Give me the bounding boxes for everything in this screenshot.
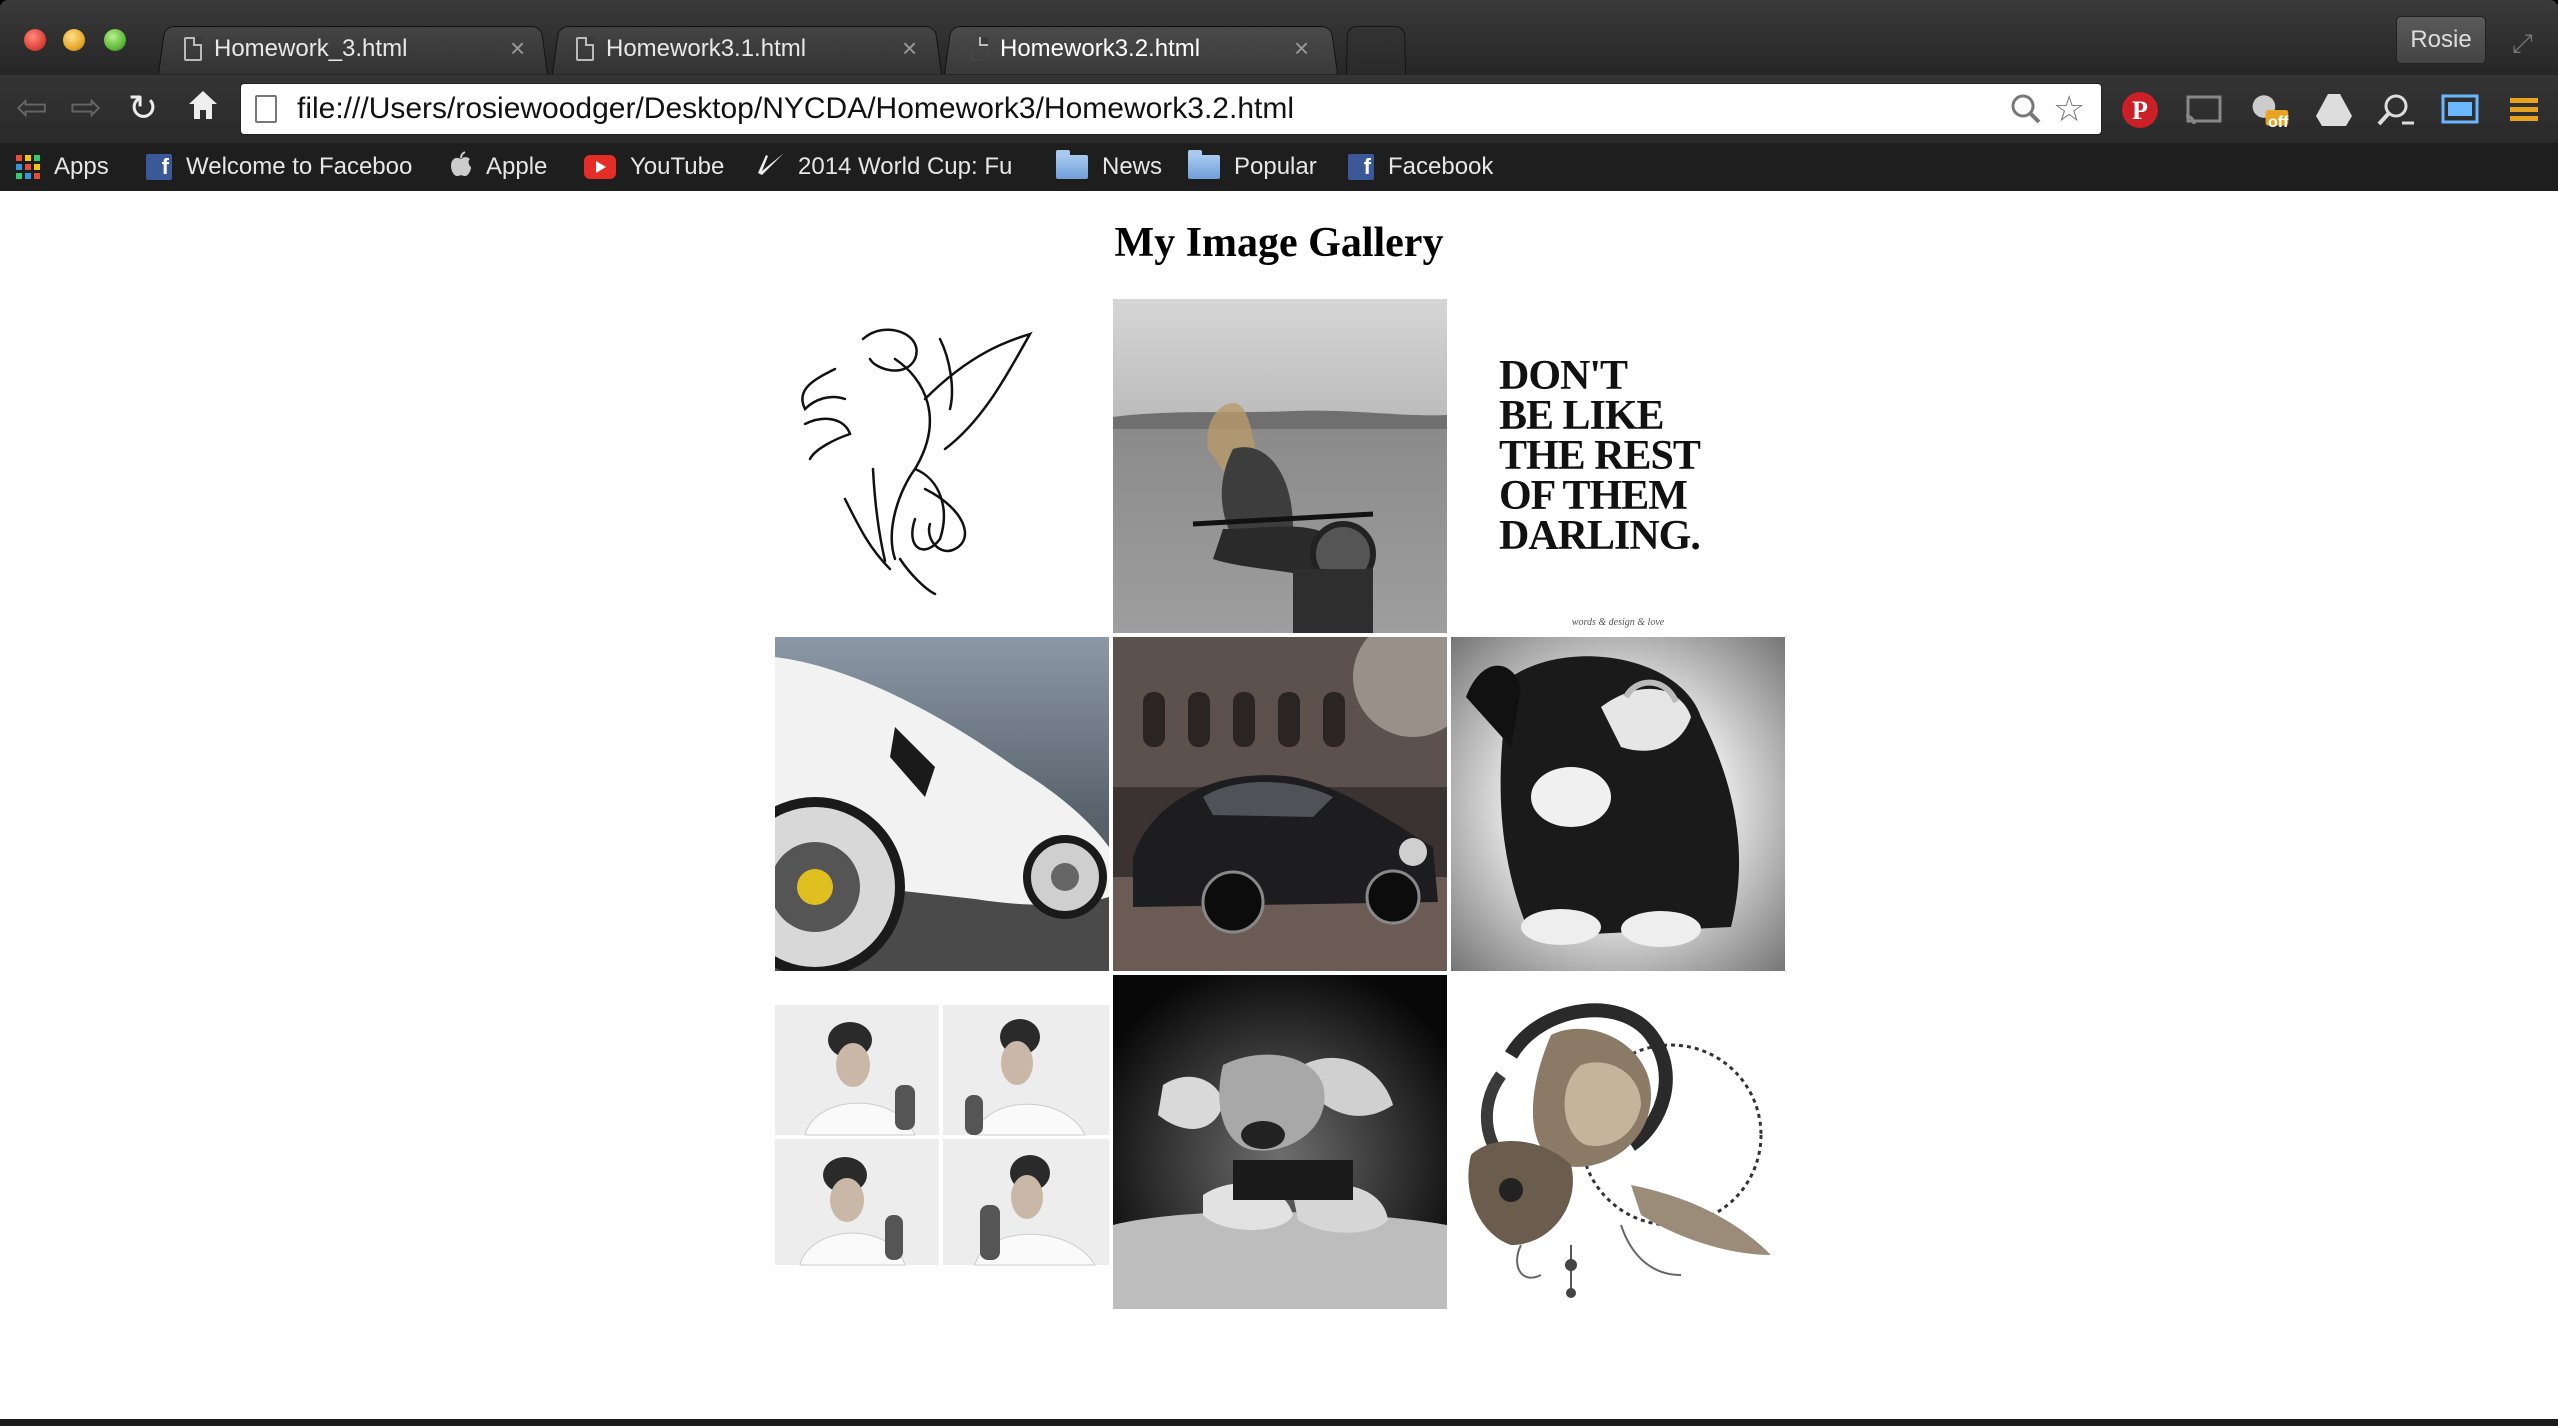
address-bar[interactable]: file:///Users/rosiewoodger/Desktop/NYCDA… <box>240 83 2102 135</box>
bookmark-apple[interactable]: Apple <box>450 148 547 186</box>
bookmark-label: News <box>1102 153 1163 180</box>
quote-line: DARLING. <box>1499 513 1700 559</box>
fullscreen-icon[interactable]: ⤢ <box>2512 28 2533 60</box>
search-extension-icon[interactable] <box>2376 90 2416 130</box>
bookmark-label: YouTube <box>630 153 725 180</box>
cast-icon[interactable] <box>2184 90 2224 130</box>
close-tab-icon[interactable]: × <box>510 35 525 61</box>
gallery-image-puppy[interactable] <box>1451 637 1785 971</box>
tinkerbell-drawing-image <box>775 299 1109 633</box>
facebook-icon: f <box>146 154 172 180</box>
pinterest-icon[interactable]: P <box>2120 90 2160 130</box>
profile-button[interactable]: Rosie <box>2396 16 2486 64</box>
apps-grid-icon <box>16 155 40 179</box>
forward-icon[interactable]: ⇨ <box>70 88 102 128</box>
portrait-collage-image <box>775 975 1109 1309</box>
bookmark-facebook[interactable]: f Facebook <box>1348 148 1493 186</box>
page-title: My Image Gallery <box>1114 220 1444 266</box>
close-window-button[interactable] <box>24 29 46 51</box>
gallery-image-vintage-car[interactable] <box>1113 637 1447 971</box>
page-icon <box>576 37 594 61</box>
tab-homework-3-1-content: Homework3.1.html <box>576 24 806 74</box>
page-icon <box>255 95 277 123</box>
bookmark-label: Popular <box>1234 153 1317 180</box>
folder-icon <box>1056 150 1088 179</box>
close-tab-icon[interactable]: × <box>1294 35 1309 61</box>
close-tab-icon[interactable]: × <box>902 35 917 61</box>
sports-car-image <box>775 637 1109 971</box>
zoom-window-button[interactable] <box>104 29 126 51</box>
page-icon <box>970 37 988 61</box>
tab-homework-3-content: Homework_3.html <box>184 24 407 74</box>
new-tab-button[interactable] <box>1346 26 1406 74</box>
bookmark-youtube[interactable]: YouTube <box>584 148 724 186</box>
tab-label: Homework3.2.html <box>1000 35 1201 62</box>
youtube-icon <box>584 155 616 179</box>
back-icon[interactable]: ⇦ <box>16 88 48 128</box>
bookmark-star-icon[interactable]: ☆ <box>2053 88 2085 130</box>
extension-badge: off <box>2268 114 2289 131</box>
bookmark-label: 2014 World Cup: Fu <box>798 153 1013 180</box>
puppy-image <box>1451 637 1785 971</box>
folder-icon <box>1188 150 1220 179</box>
bookmark-news[interactable]: News <box>1056 148 1162 186</box>
svg-text:P: P <box>2132 96 2148 125</box>
gallery-image-dreamcatcher[interactable] <box>1451 975 1785 1309</box>
gallery-image-resting-puppy[interactable] <box>1113 975 1447 1309</box>
resting-puppy-image <box>1113 975 1447 1309</box>
bookmark-label: Apps <box>54 153 109 180</box>
minimize-window-button[interactable] <box>63 29 85 51</box>
home-icon[interactable] <box>186 88 220 130</box>
quote-footer: words & design & love <box>1572 617 1665 628</box>
reload-icon[interactable]: ↻ <box>128 88 158 128</box>
image-gallery: DON'T BE LIKE THE REST OF THEM DARLING. … <box>775 299 1787 1309</box>
nike-icon <box>756 151 786 184</box>
bookmark-popular[interactable]: Popular <box>1188 148 1317 186</box>
gallery-image-portrait-collage[interactable] <box>775 975 1109 1309</box>
tab-label: Homework_3.html <box>214 35 408 62</box>
apple-icon <box>450 150 472 184</box>
gallery-image-quote[interactable]: DON'T BE LIKE THE REST OF THEM DARLING. … <box>1451 299 1785 633</box>
bookmark-label: Welcome to Faceboo <box>186 153 413 180</box>
page-content: My Image Gallery DON'T BE LIKE THE REST … <box>0 191 2558 1419</box>
screen-capture-icon[interactable] <box>2440 90 2480 130</box>
facebook-icon: f <box>1348 154 1374 180</box>
bookmark-world-cup[interactable]: 2014 World Cup: Fu <box>756 148 1026 186</box>
bookmark-label: Apple <box>486 153 548 180</box>
vintage-car-image <box>1113 637 1447 971</box>
url-text[interactable]: file:///Users/rosiewoodger/Desktop/NYCDA… <box>297 92 1294 126</box>
browser-window: Homework_3.html × Homework3.1.html × Hom… <box>0 0 2558 1426</box>
bookmark-label: Facebook <box>1388 153 1494 180</box>
gallery-image-tinkerbell[interactable] <box>775 299 1109 633</box>
motorcycle-photo-image <box>1113 299 1447 633</box>
tab-homework-3-2-content: Homework3.2.html <box>970 24 1200 74</box>
bookmark-welcome-to-facebook[interactable]: f Welcome to Faceboo <box>146 148 414 186</box>
gallery-image-motorcycle[interactable] <box>1113 299 1447 633</box>
search-icon[interactable] <box>2009 88 2043 137</box>
bookmark-apps[interactable]: Apps <box>16 148 109 186</box>
page-icon <box>184 37 202 61</box>
google-drive-icon[interactable] <box>2314 90 2354 130</box>
tab-label: Homework3.1.html <box>606 35 807 62</box>
menu-icon[interactable] <box>2504 90 2544 130</box>
gallery-image-sports-car[interactable] <box>775 637 1109 971</box>
dreamcatcher-illustration-image <box>1451 975 1785 1309</box>
quote-image: DON'T BE LIKE THE REST OF THEM DARLING. … <box>1451 299 1785 633</box>
